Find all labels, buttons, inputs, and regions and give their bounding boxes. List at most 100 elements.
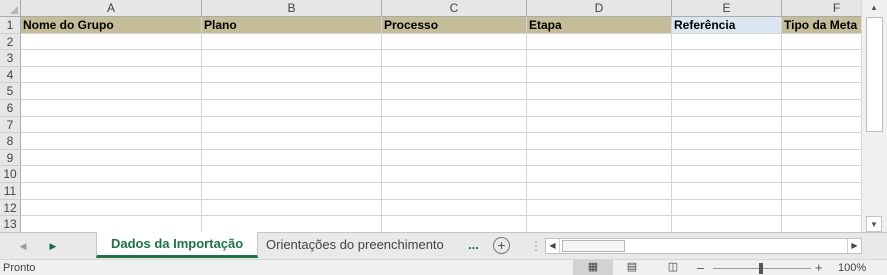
cell-c9[interactable] [382, 149, 527, 167]
zoom-out-button[interactable]: – [697, 260, 704, 275]
cell-b6[interactable] [202, 99, 382, 117]
cell-d9[interactable] [527, 149, 672, 167]
previous-sheet-icon[interactable]: ◀ [16, 239, 30, 253]
cell-c12[interactable] [382, 199, 527, 217]
cell-e6[interactable] [672, 99, 782, 117]
cell-a13[interactable] [21, 216, 202, 232]
cell-f5[interactable] [782, 83, 861, 100]
scroll-up-icon[interactable]: ▲ [866, 0, 882, 16]
worksheet-grid[interactable]: A B C D E F 1 2 3 4 5 6 7 8 9 10 11 12 1… [0, 0, 861, 232]
cell-e10[interactable] [672, 166, 782, 183]
cell-b12[interactable] [202, 199, 382, 217]
row-header-1[interactable]: 1 [0, 17, 21, 34]
row-header-11[interactable]: 11 [0, 182, 21, 200]
cell-a4[interactable] [21, 66, 202, 84]
cell-f8[interactable] [782, 133, 861, 150]
page-break-preview-icon[interactable]: ◫ [664, 261, 682, 275]
cell-f10[interactable] [782, 166, 861, 183]
page-layout-view-icon[interactable]: ▤ [623, 261, 641, 275]
row-header-3[interactable]: 3 [0, 50, 21, 67]
column-header-d[interactable]: D [527, 0, 672, 17]
zoom-slider-handle[interactable] [759, 263, 763, 274]
cell-a12[interactable] [21, 199, 202, 217]
normal-view-icon[interactable]: ▦ [584, 261, 602, 275]
cell-d12[interactable] [527, 199, 672, 217]
cell-c13[interactable] [382, 216, 527, 232]
cell-b4[interactable] [202, 66, 382, 84]
tab-split-handle-icon[interactable]: ⋮ [530, 239, 542, 253]
column-header-b[interactable]: B [202, 0, 382, 17]
cell-d7[interactable] [527, 116, 672, 134]
cell-b10[interactable] [202, 166, 382, 183]
cell-f12[interactable] [782, 200, 861, 217]
tab-orientacoes-do-preenchimento[interactable]: Orientações do preenchimento [266, 236, 444, 254]
row-header-10[interactable]: 10 [0, 166, 21, 183]
zoom-level[interactable]: 100% [838, 262, 866, 275]
cell-a10[interactable] [21, 166, 202, 183]
cell-e3[interactable] [672, 50, 782, 67]
cell-c4[interactable] [382, 66, 527, 84]
cell-c8[interactable] [382, 133, 527, 150]
column-header-c[interactable]: C [382, 0, 527, 17]
plus-circle-icon[interactable]: + [493, 237, 510, 254]
cell-e5[interactable] [672, 83, 782, 100]
cell-e1[interactable]: Referência [672, 17, 782, 34]
cell-d3[interactable] [527, 50, 672, 67]
row-header-8[interactable]: 8 [0, 133, 21, 150]
cell-c5[interactable] [382, 83, 527, 100]
cell-a3[interactable] [21, 50, 202, 67]
cell-b13[interactable] [202, 216, 382, 232]
cell-d4[interactable] [527, 66, 672, 84]
cell-a11[interactable] [21, 182, 202, 200]
cell-c10[interactable] [382, 166, 527, 183]
vertical-scroll-thumb[interactable] [866, 17, 883, 132]
cell-b3[interactable] [202, 50, 382, 67]
cell-c1[interactable]: Processo [382, 17, 527, 34]
row-header-6[interactable]: 6 [0, 99, 21, 117]
vertical-scrollbar[interactable]: ▲ ▼ [861, 0, 887, 232]
cell-a8[interactable] [21, 133, 202, 150]
tab-dados-da-importacao[interactable]: Dados da Importação [96, 232, 259, 258]
cell-b7[interactable] [202, 116, 382, 134]
column-header-a[interactable]: A [21, 0, 202, 17]
select-all-corner[interactable] [0, 0, 21, 17]
cell-f7[interactable] [782, 117, 861, 134]
cell-b8[interactable] [202, 133, 382, 150]
cell-e8[interactable] [672, 133, 782, 150]
row-header-4[interactable]: 4 [0, 66, 21, 84]
horizontal-scroll-thumb[interactable] [562, 240, 625, 252]
cell-f11[interactable] [782, 183, 861, 200]
cell-d2[interactable] [527, 33, 672, 51]
cell-b9[interactable] [202, 149, 382, 167]
next-sheet-icon[interactable]: ▶ [46, 239, 60, 253]
cell-e2[interactable] [672, 33, 782, 51]
zoom-in-button[interactable]: + [815, 260, 823, 275]
cell-f13[interactable] [782, 216, 861, 232]
cell-area[interactable]: Nome do Grupo Plano Processo Etapa Refer… [21, 17, 861, 232]
cell-e7[interactable] [672, 116, 782, 134]
column-header-f[interactable]: F [782, 0, 861, 17]
cell-a6[interactable] [21, 99, 202, 117]
cell-f2[interactable] [782, 34, 861, 51]
cell-f4[interactable] [782, 67, 861, 84]
cell-f1[interactable]: Tipo da Meta [782, 17, 861, 34]
cell-d13[interactable] [527, 216, 672, 232]
cell-d1[interactable]: Etapa [527, 17, 672, 34]
column-header-e[interactable]: E [672, 0, 782, 17]
cell-e11[interactable] [672, 182, 782, 200]
cell-e4[interactable] [672, 66, 782, 84]
cell-a1[interactable]: Nome do Grupo [21, 17, 202, 34]
cell-b1[interactable]: Plano [202, 17, 382, 34]
cell-c2[interactable] [382, 33, 527, 51]
cell-e9[interactable] [672, 149, 782, 167]
cell-f3[interactable] [782, 50, 861, 67]
cell-e12[interactable] [672, 199, 782, 217]
more-sheets-button[interactable]: ... [468, 236, 479, 254]
cell-a2[interactable] [21, 33, 202, 51]
scroll-down-icon[interactable]: ▼ [866, 216, 882, 232]
cell-d8[interactable] [527, 133, 672, 150]
scroll-right-icon[interactable]: ▶ [847, 239, 861, 253]
cell-d6[interactable] [527, 99, 672, 117]
cell-d10[interactable] [527, 166, 672, 183]
row-header-13[interactable]: 13 [0, 216, 21, 232]
